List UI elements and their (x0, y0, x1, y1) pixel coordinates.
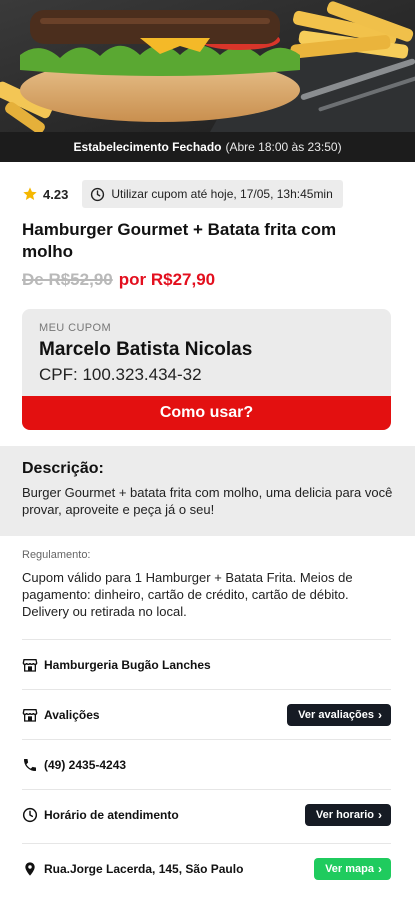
phone-row: (49) 2435-4243 (22, 739, 391, 789)
view-map-button[interactable]: Ver mapa › (314, 857, 391, 880)
store-icon (22, 658, 38, 672)
meta-row: 4.23 Utilizar cupom até hoje, 17/05, 13h… (22, 180, 343, 208)
store-address: Rua.Jorge Lacerda, 145, São Paulo (44, 861, 244, 876)
reviews-row: Avalições Ver avaliações › (22, 689, 391, 739)
chevron-right-icon: › (378, 807, 382, 822)
store-status-bar: Estabelecimento Fechado (Abre 18:00 às 2… (0, 132, 415, 162)
old-price: De R$52,90 (22, 270, 113, 289)
view-hours-label: Ver horario (315, 808, 374, 821)
regulation-text: Cupom válido para 1 Hamburger + Batata F… (22, 570, 353, 619)
offer-title: Hamburger Gourmet + Batata frita com mol… (22, 220, 337, 261)
address-row: Rua.Jorge Lacerda, 145, São Paulo Ver ma… (22, 843, 391, 893)
how-to-use-button[interactable]: Como usar? (22, 396, 391, 430)
hours-label: Horário de atendimento (44, 807, 179, 822)
hours-row: Horário de atendimento Ver horario › (22, 789, 391, 839)
clock-icon (91, 187, 105, 201)
store-name: Hamburgeria Bugão Lanches (44, 657, 211, 672)
view-hours-button[interactable]: Ver horario › (304, 803, 391, 826)
chevron-right-icon: › (378, 861, 382, 876)
phone-icon (24, 758, 36, 771)
price-row: De R$52,90 por R$27,90 (22, 270, 215, 290)
coupon-validity-badge: Utilizar cupom até hoje, 17/05, 13h:45mi… (82, 180, 343, 208)
rating: 4.23 (22, 186, 68, 202)
phone-number[interactable]: (49) 2435-4243 (44, 758, 391, 772)
reviews-store-icon (22, 708, 38, 722)
reviews-label: Avalições (44, 707, 100, 722)
regulation-title: Regulamento: (22, 549, 91, 561)
rating-value: 4.23 (43, 186, 69, 202)
coupon-label: MEU CUPOM (39, 322, 112, 334)
coupon-holder-cpf: CPF: 100.323.434-32 (39, 365, 202, 384)
location-pin-icon (25, 861, 35, 876)
view-reviews-label: Ver avaliações (298, 708, 374, 721)
chevron-right-icon: › (378, 707, 382, 722)
coupon-card: MEU CUPOM Marcelo Batista Nicolas CPF: 1… (22, 309, 391, 430)
clock-icon (22, 807, 38, 822)
description-section: Descrição: Burger Gourmet + batata frita… (0, 446, 415, 536)
hero-image (0, 0, 415, 132)
new-price: por R$27,90 (118, 270, 216, 289)
store-name-row: Hamburgeria Bugão Lanches (22, 639, 391, 689)
description-text: Burger Gourmet + batata frita com molho,… (22, 485, 393, 517)
description-title: Descrição: (22, 460, 104, 477)
view-map-label: Ver mapa (325, 862, 374, 875)
store-opening-hours: (Abre 18:00 às 23:50) (225, 140, 342, 154)
star-icon (23, 187, 37, 200)
store-status-title: Estabelecimento Fechado (73, 140, 222, 154)
coupon-validity-text: Utilizar cupom até hoje, 17/05, 13h:45mi… (111, 187, 333, 201)
view-reviews-button[interactable]: Ver avaliações › (287, 703, 391, 726)
coupon-holder-name: Marcelo Batista Nicolas (39, 339, 253, 360)
